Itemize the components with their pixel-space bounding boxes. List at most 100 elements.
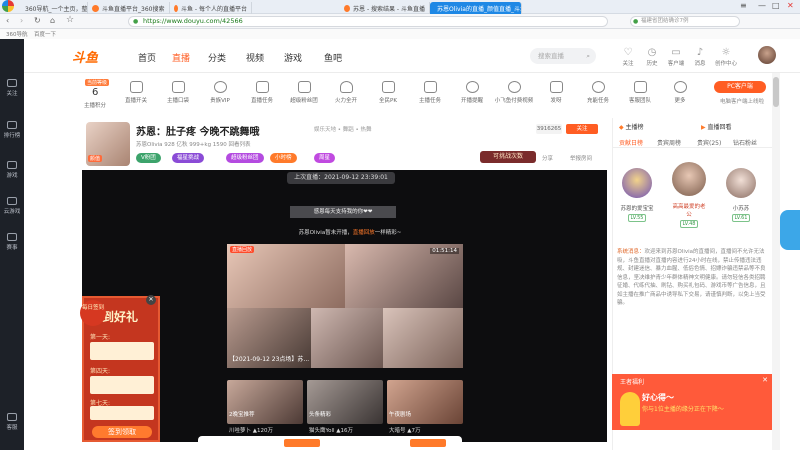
bookmark-item[interactable]: 百度一下 [34,30,56,38]
video-player[interactable]: 上次直播：2021-09-12 23:39:01 感恩每天支持我的你❤❤ 苏恩O… [82,170,607,442]
nav-fishbar[interactable]: 鱼吧 [324,51,342,64]
tool-super-fans[interactable]: 超级粉丝团 [284,81,324,104]
tool-live-task[interactable]: 直播任务 [242,81,282,104]
gift-button[interactable] [410,439,446,447]
browser-tab-2[interactable]: 斗鱼直播平台_360搜索 [88,2,170,14]
search-icon[interactable]: ⌕ [586,48,590,64]
header-history[interactable]: ◷ 历史 [640,47,664,67]
tool-service-team[interactable]: 客服团队 [620,81,660,104]
close-icon[interactable]: ✕ [762,376,768,384]
pill-week-star[interactable]: 周星 [314,153,336,163]
tab-diamond-fans[interactable]: 钻石粉丝 [733,138,757,147]
anchor-rank-link[interactable]: ◆ 主播榜 [619,122,644,131]
bookmark-item[interactable]: 360导航 [6,30,28,38]
anchor-rank[interactable]: 当前等级 6 主播积分 [82,78,112,112]
browser-tab-1[interactable]: 360导航_一个主页，整个世界 [18,2,88,14]
douyu-logo[interactable]: 斗鱼 [72,47,98,66]
tab-vip-week[interactable]: 贵宾周榜 [657,138,681,147]
browser-tab-4[interactable]: 苏恩 - 搜索结果 - 斗鱼直播 [340,2,430,14]
forward-icon[interactable]: › [20,16,23,25]
user-avatar[interactable] [758,46,776,64]
challenge-button[interactable]: 可挑战次数 [480,151,536,163]
promo-card[interactable]: 王者福利 ✕ 好心得～ 你与1位主播的缘分正在下降～ [612,374,772,430]
room-category-crumb[interactable]: 娱乐天地 • 舞蹈 • 热舞 [314,125,371,133]
play-icon: ▶ [701,124,706,131]
tool-more[interactable]: 更多 [660,81,700,104]
rail-item-follow[interactable]: 关注 [0,79,24,97]
replay-preview[interactable]: 直播回放 01:51:14 【2021-09-12 23点场】苏... [227,244,463,368]
browser-tab-bar: 360导航_一个主页，整个世界 斗鱼直播平台_360搜索 斗鱼 - 每个人的直播… [0,0,800,14]
browser-tab-active[interactable]: 苏恩Olivia的直播_颜值直播_斗鱼 [430,2,522,14]
tab-vip[interactable]: 贵宾(25) [697,138,721,147]
bulb-icon: ☼ [721,47,731,58]
nav-category[interactable]: 分类 [208,51,226,64]
star-icon[interactable]: ☆ [66,15,74,25]
rail-item-cloud-games[interactable]: 云游戏 [0,197,24,215]
home-icon[interactable]: ⌂ [50,16,55,25]
close-icon[interactable]: ✕ [787,1,794,10]
fan-count: 3916265 [536,124,562,134]
rail-item-service[interactable]: 客服 [0,413,24,431]
tool-noble-vip[interactable]: 贵族VIP [200,81,240,104]
header-client[interactable]: ▭ 客户端 [664,47,688,67]
header-search-input[interactable]: 搜索直播 ⌕ [530,48,596,64]
pill-super-fans[interactable]: 超级粉丝团 [226,153,264,163]
tool-live-switch[interactable]: 直播开关 [116,81,156,104]
top-fan-1[interactable]: 高高最爱的老公 LV.48 [671,162,707,228]
nav-game[interactable]: 游戏 [284,51,302,64]
pill-lucky-star[interactable]: 福星挑战 [172,153,205,163]
minimize-icon[interactable]: — [758,1,766,10]
menu-icon[interactable]: ≡ [740,1,747,10]
header-creator[interactable]: ☼ 创作中心 [714,47,738,67]
scrollbar-thumb[interactable] [773,77,779,107]
maximize-icon[interactable]: □ [772,1,780,10]
header-follow[interactable]: ♡ 关注 [616,47,640,67]
browser-search-field[interactable]: ● 福建省团结确诊7例 [630,16,740,27]
pk-icon [381,81,395,93]
rail-item-games[interactable]: 游戏 [0,161,24,179]
tool-pk[interactable]: 全民PK [368,81,408,104]
nav-video[interactable]: 视频 [246,51,264,64]
room-meta: 苏恩Olivia 928 亿秋 999+kg 1590 回看列表 [136,142,251,148]
report-button[interactable]: 举报房间 [570,154,592,162]
more-icon [673,81,687,93]
url-field[interactable]: ● https://www.douyu.com/42566 [128,16,608,27]
rail-item-rank[interactable]: 排行榜 [0,121,24,139]
tool-reminder[interactable]: 开播提醒 [452,81,492,104]
tool-pocket[interactable]: 主播口袋 [158,81,198,104]
pill-hour-rank[interactable]: 小时榜 [270,153,297,163]
top-fan-3[interactable]: 小苏苏 LV.61 [723,168,759,222]
top-fan-2[interactable]: 苏恩的爱宝宝 LV.55 [619,168,655,222]
sign-claim-button[interactable]: 签到领取 [92,426,152,438]
side-float-button[interactable] [780,210,800,250]
browser-tab-3[interactable]: 斗鱼 - 每个人的直播平台 [170,2,252,14]
live-replay-link[interactable]: ▶ 直播回看 [701,122,732,131]
pill-vfans[interactable]: V粉团 [136,153,161,163]
refresh-icon[interactable]: ↻ [34,16,41,25]
trophy-icon: ◆ [619,124,624,131]
replay-thumb[interactable]: 头条精彩 猫头鹰Yoll ▲16万 [307,380,383,434]
close-icon[interactable]: ✕ [146,295,156,305]
checklist-icon [423,81,437,93]
clock-icon: ◷ [647,47,657,58]
tab-favicon-icon [174,4,179,12]
header-messages[interactable]: ♪ 消息 [688,47,712,67]
tool-paid-video[interactable]: 小飞鱼付费视频 [494,81,534,104]
pc-client-button[interactable]: PC客户端 [714,81,766,93]
page-scrollbar[interactable] [772,73,780,450]
share-button[interactable]: 分享 [542,154,553,162]
tool-fire[interactable]: 火力全开 [326,81,366,104]
tool-faya[interactable]: 发呀 [536,81,576,104]
tool-charge-task[interactable]: 充能任务 [578,81,618,104]
cloud-icon [7,197,17,205]
nav-live[interactable]: 直播 [172,51,190,64]
back-icon[interactable]: ‹ [6,16,9,25]
tool-anchor-task[interactable]: 主播任务 [410,81,450,104]
replay-thumb[interactable]: 午夜剧场 大暗号 ▲7万 [387,380,463,434]
replay-thumb[interactable]: 2晚宝推荐 川哇萝卜 ▲120万 [227,380,303,434]
tab-daily-contrib[interactable]: 贡献日榜 [619,138,643,147]
follow-button[interactable]: 关注 [566,124,598,134]
rail-item-events[interactable]: 赛事 [0,233,24,251]
gift-button[interactable] [284,439,320,447]
nav-home[interactable]: 首页 [138,51,156,64]
